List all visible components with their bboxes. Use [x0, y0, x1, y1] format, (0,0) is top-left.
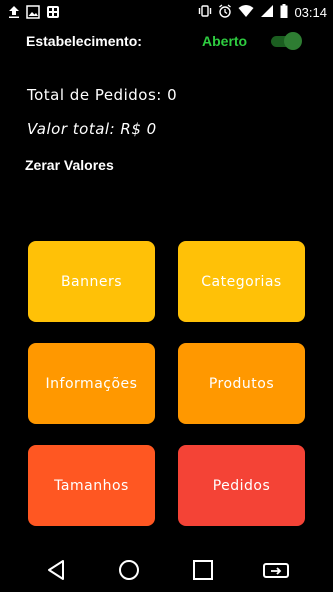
banners-button[interactable]: Banners [28, 241, 155, 322]
information-button[interactable]: Informações [28, 343, 155, 424]
image-icon [26, 4, 40, 23]
vibrate-icon [198, 3, 212, 22]
back-icon[interactable] [41, 556, 71, 584]
battery-icon [280, 3, 288, 22]
total-orders-text: Total de Pedidos: 0 [27, 86, 178, 104]
products-button[interactable]: Produtos [178, 343, 305, 424]
home-icon[interactable] [114, 556, 144, 584]
signal-icon [260, 3, 274, 22]
establishment-label: Estabelecimento: [26, 33, 142, 49]
categories-button[interactable]: Categorias [178, 241, 305, 322]
open-status-toggle[interactable] [269, 32, 303, 50]
qr-notification-icon [46, 4, 60, 23]
navigation-bar [0, 548, 333, 592]
information-label: Informações [45, 375, 138, 392]
rotate-icon[interactable] [261, 556, 291, 584]
reset-values-button[interactable]: Zerar Valores [25, 157, 114, 173]
wifi-icon [238, 3, 254, 22]
categories-label: Categorias [201, 273, 282, 290]
sizes-button[interactable]: Tamanhos [28, 445, 155, 526]
upload-icon [8, 4, 20, 23]
alarm-icon [218, 3, 232, 22]
open-status-text: Aberto [202, 33, 248, 49]
sizes-label: Tamanhos [54, 477, 129, 494]
status-time: 03:14 [294, 5, 327, 20]
total-value-text: Valor total: R$ 0 [27, 120, 157, 138]
products-label: Produtos [208, 375, 275, 392]
orders-label: Pedidos [212, 477, 271, 494]
recents-icon[interactable] [188, 556, 218, 584]
toggle-thumb [284, 32, 302, 50]
orders-button[interactable]: Pedidos [178, 445, 305, 526]
banners-label: Banners [60, 273, 123, 290]
status-bar: 03:14 [0, 0, 333, 24]
